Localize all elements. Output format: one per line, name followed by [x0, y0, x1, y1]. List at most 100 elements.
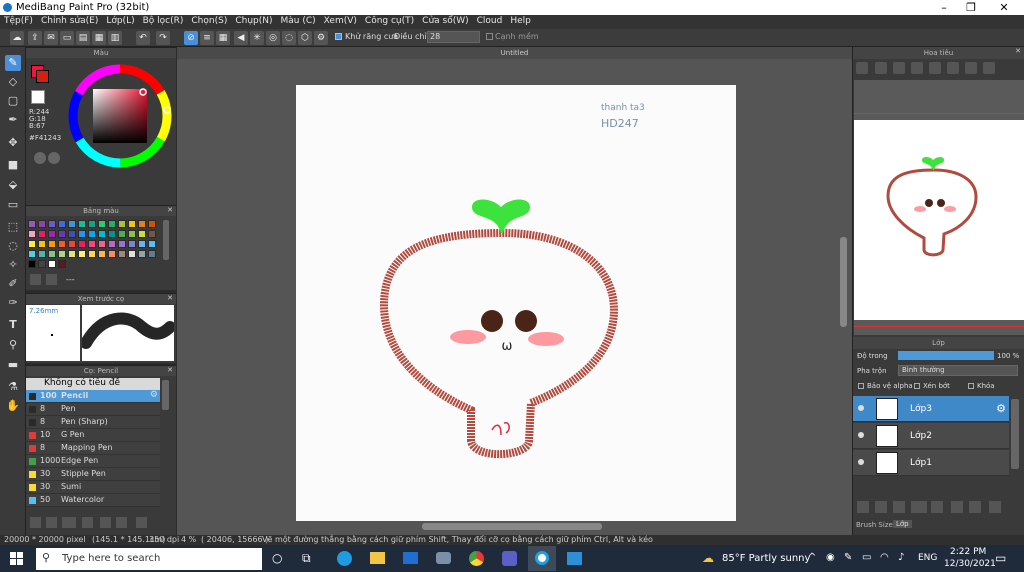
mail-icon[interactable] — [403, 552, 418, 564]
clock-time[interactable]: 2:22 PM — [950, 547, 986, 557]
panel-icon[interactable]: ▥ — [108, 31, 122, 45]
task-view-icon[interactable]: ⧉ — [302, 551, 311, 566]
palette-swatch[interactable] — [38, 240, 46, 248]
cloud-icon[interactable]: ☁ — [10, 31, 24, 45]
menu-snap[interactable]: Chụp(N) — [231, 15, 276, 27]
palette-swatch[interactable] — [118, 250, 126, 258]
brush-folder-icon[interactable] — [100, 517, 111, 528]
zoom-actual-icon[interactable] — [911, 62, 923, 74]
language-indicator[interactable]: ENG — [918, 553, 937, 563]
palette-swatch[interactable] — [138, 230, 146, 238]
layer-delete-icon[interactable] — [989, 501, 1001, 513]
palette-swatch[interactable] — [88, 230, 96, 238]
brush-settings-gear-icon[interactable]: ⚙ — [150, 390, 158, 400]
snap-radial-icon[interactable]: ✳ — [250, 31, 264, 45]
palette-swatch[interactable] — [68, 250, 76, 258]
menu-window[interactable]: Cửa sổ(W) — [418, 15, 472, 27]
transparent-swatch[interactable] — [31, 90, 45, 104]
palette-swatch[interactable] — [128, 250, 136, 258]
palette-add-icon[interactable] — [30, 274, 41, 285]
brush-tool-icon[interactable]: ✎ — [5, 55, 21, 71]
palette-swatch[interactable] — [148, 250, 156, 258]
snap-circle-icon[interactable]: ◎ — [266, 31, 280, 45]
weather-text[interactable]: 85°F Partly sunny — [722, 553, 810, 564]
palette-swatch[interactable] — [38, 260, 46, 268]
hand-tool-icon[interactable]: ✋ — [5, 398, 21, 414]
lasso-tool-icon[interactable]: ◌ — [5, 238, 21, 254]
eyedropper-icon[interactable]: ⚗ — [5, 379, 21, 395]
rotate-left-icon[interactable] — [929, 62, 941, 74]
palette-swatch[interactable] — [138, 240, 146, 248]
layer-folder-icon[interactable] — [931, 501, 943, 513]
move-tool-icon[interactable]: ✥ — [5, 135, 21, 151]
palette-swatch[interactable] — [108, 250, 116, 258]
palette-swatch[interactable] — [58, 230, 66, 238]
color-picker-icon[interactable] — [48, 152, 60, 164]
menu-help[interactable]: Help — [506, 15, 535, 27]
color-mode-icon[interactable] — [34, 152, 46, 164]
palette-swatch[interactable] — [128, 240, 136, 248]
palette-swatch[interactable] — [128, 230, 136, 238]
operation-tool-icon[interactable]: ⚲ — [5, 337, 21, 353]
navigator-close-icon[interactable]: ✕ — [1015, 47, 1021, 55]
palette-swatch[interactable] — [148, 240, 156, 248]
layer-visibility-icon[interactable] — [858, 459, 864, 465]
palette-swatch[interactable] — [38, 250, 46, 258]
palette-swatch[interactable] — [48, 260, 56, 268]
divide-tool-icon[interactable]: ▬ — [5, 357, 21, 373]
palette-swatch[interactable] — [118, 240, 126, 248]
palette-swatch[interactable] — [108, 240, 116, 248]
medibang-taskbar-item[interactable] — [528, 546, 556, 571]
brush-row[interactable]: 10 G Pen — [26, 429, 160, 442]
layer-scrollbar[interactable] — [1011, 399, 1019, 469]
palette-swatch[interactable] — [28, 260, 36, 268]
zoom-fit-icon[interactable] — [893, 62, 905, 74]
palette-swatch[interactable] — [78, 230, 86, 238]
brush-settings-icon[interactable] — [82, 517, 93, 528]
clock-date[interactable]: 12/30/2021 — [944, 559, 996, 569]
drawing-canvas[interactable]: ω thanh ta3 HD247 — [296, 85, 736, 521]
volume-icon[interactable]: ♪ — [898, 552, 904, 563]
palette-swatch[interactable] — [68, 240, 76, 248]
palette-swatch[interactable] — [58, 240, 66, 248]
layer-row[interactable]: Lớp1 — [853, 450, 1009, 476]
flip-icon[interactable] — [965, 62, 977, 74]
brush-row[interactable]: 8 Pen — [26, 403, 160, 416]
opacity-slider[interactable] — [898, 351, 994, 360]
select-pen-icon[interactable]: ✐ — [5, 276, 21, 292]
menu-select[interactable]: Chọn(S) — [187, 15, 231, 27]
palette-swatch[interactable] — [118, 230, 126, 238]
undo-icon[interactable]: ↶ — [136, 31, 150, 45]
palette-swatch[interactable] — [98, 220, 106, 228]
layer-merge-icon[interactable] — [969, 501, 981, 513]
palette-swatch[interactable] — [68, 220, 76, 228]
soft-edge-checkbox[interactable] — [486, 33, 493, 40]
brush-copy-icon[interactable] — [116, 517, 127, 528]
layout-icon[interactable]: ▤ — [76, 31, 90, 45]
magic-wand-icon[interactable]: ✧ — [5, 257, 21, 273]
adjust-select[interactable]: 28 — [427, 31, 480, 43]
palette-swatch[interactable] — [98, 230, 106, 238]
layer-add-halftone-icon[interactable] — [875, 501, 887, 513]
snap-curve-icon[interactable]: ◌ — [282, 31, 296, 45]
brush-delete-icon[interactable] — [136, 517, 147, 528]
palette-swatch[interactable] — [38, 230, 46, 238]
dot-tool-icon[interactable]: ▢ — [5, 93, 21, 109]
brush-row[interactable]: 50 Watercolor — [26, 494, 160, 507]
protect-alpha-checkbox[interactable] — [858, 383, 864, 389]
layer-duplicate-icon[interactable] — [951, 501, 963, 513]
snap-3d-icon[interactable]: ⬡ — [298, 31, 312, 45]
palette-swatch[interactable] — [28, 220, 36, 228]
palette-swatch[interactable] — [138, 220, 146, 228]
pen-tool-icon[interactable]: ✒ — [5, 112, 21, 128]
palette-swatch[interactable] — [108, 220, 116, 228]
menu-color[interactable]: Màu (C) — [277, 15, 320, 27]
layer-add-1bit-icon[interactable] — [893, 501, 905, 513]
brush-import-icon[interactable] — [62, 517, 76, 528]
palette-close-icon[interactable]: ✕ — [167, 206, 173, 214]
layer-row[interactable]: Lớp2 — [853, 423, 1009, 449]
notification-icon[interactable]: ▭ — [995, 551, 1006, 565]
palette-swatch[interactable] — [98, 240, 106, 248]
brush-preview-close-icon[interactable]: ✕ — [167, 294, 173, 302]
palette-swatch[interactable] — [148, 230, 156, 238]
